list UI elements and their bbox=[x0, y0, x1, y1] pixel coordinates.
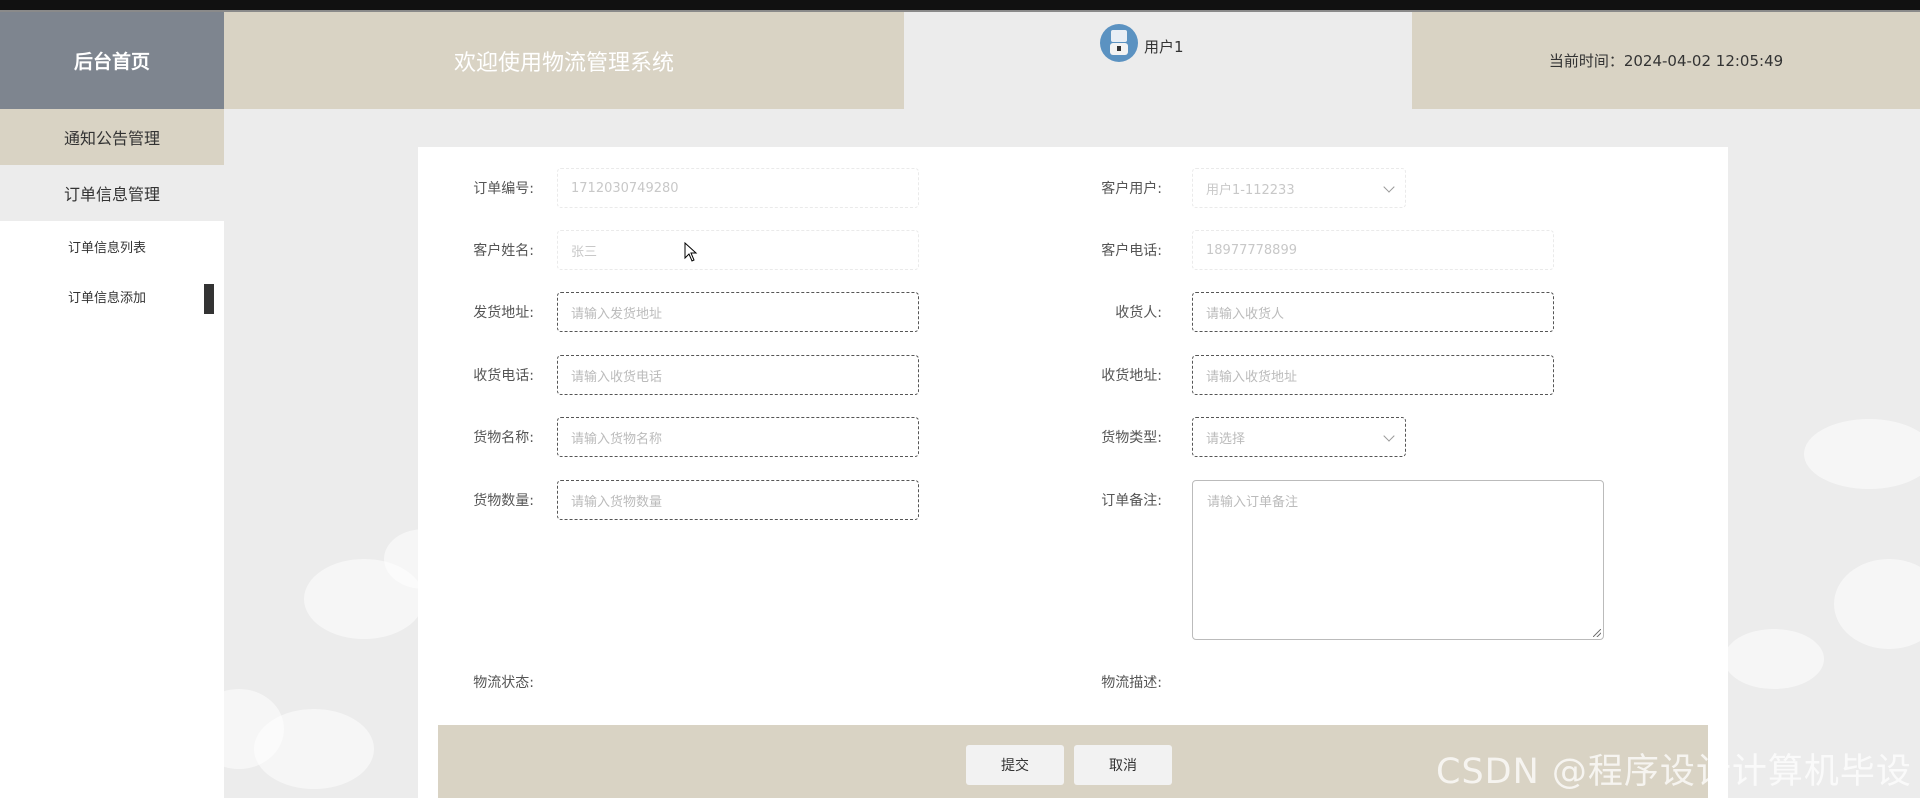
receiver-input[interactable]: 请输入收货人 bbox=[1192, 292, 1554, 332]
sidebar-item-label: 订单信息添加 bbox=[68, 290, 147, 306]
time-value: 2024-04-02 12:05:49 bbox=[1623, 51, 1784, 70]
user-panel: 用户1 bbox=[904, 12, 1412, 109]
goods-type-label: 货物类型: bbox=[1101, 430, 1162, 446]
background-bubble bbox=[1724, 629, 1824, 689]
watermark: CSDN @程序设计计算机毕设 bbox=[1436, 752, 1912, 792]
background-bubble bbox=[1804, 419, 1920, 489]
receiver-address-placeholder: 请输入收货地址 bbox=[1206, 369, 1298, 385]
sidebar-menu-label: 订单信息管理 bbox=[63, 185, 160, 204]
logistics-desc-label: 物流描述: bbox=[1101, 675, 1162, 691]
receiver-placeholder: 请输入收货人 bbox=[1206, 306, 1285, 322]
ship-address-label: 发货地址: bbox=[473, 305, 534, 321]
customer-phone-field: 18977778899 bbox=[1192, 230, 1554, 270]
order-no-value: 1712030749280 bbox=[571, 180, 679, 196]
logistics-status-label: 物流状态: bbox=[473, 675, 534, 691]
customer-phone-value: 18977778899 bbox=[1206, 242, 1297, 258]
receiver-address-label: 收货地址: bbox=[1101, 368, 1162, 384]
user-avatar-icon[interactable] bbox=[1100, 24, 1138, 62]
sidebar-item-order-add[interactable]: 订单信息添加 bbox=[0, 271, 224, 321]
user-name[interactable]: 用户1 bbox=[1144, 36, 1184, 57]
sidebar-item-order-list[interactable]: 订单信息列表 bbox=[0, 221, 224, 271]
order-no-field: 1712030749280 bbox=[557, 168, 919, 208]
customer-phone-label: 客户电话: bbox=[1101, 243, 1162, 259]
customer-user-label: 客户用户: bbox=[1101, 181, 1162, 197]
receiver-label: 收货人: bbox=[1115, 305, 1162, 321]
home-link[interactable]: 后台首页 bbox=[0, 12, 224, 109]
time-label: 当前时间： bbox=[1548, 52, 1624, 70]
chevron-down-icon bbox=[1383, 430, 1395, 442]
sidebar-menu-notice[interactable]: 通知公告管理 bbox=[0, 109, 224, 165]
sidebar-item-label: 订单信息列表 bbox=[68, 240, 147, 256]
background-bubble bbox=[1834, 559, 1920, 649]
goods-quantity-placeholder: 请输入货物数量 bbox=[571, 494, 663, 510]
order-note-label: 订单备注: bbox=[1101, 493, 1162, 509]
resize-handle-icon[interactable] bbox=[1593, 629, 1601, 637]
customer-name-field: 张三 bbox=[557, 230, 919, 270]
active-indicator bbox=[204, 284, 214, 314]
cancel-label: 取消 bbox=[1109, 758, 1137, 774]
receiver-phone-input[interactable]: 请输入收货电话 bbox=[557, 355, 919, 395]
sidebar-menu-label: 通知公告管理 bbox=[63, 129, 160, 148]
ship-address-placeholder: 请输入发货地址 bbox=[571, 306, 663, 322]
goods-name-placeholder: 请输入货物名称 bbox=[571, 431, 663, 447]
goods-quantity-label: 货物数量: bbox=[473, 493, 534, 509]
welcome-banner: 欢迎使用物流管理系统 bbox=[224, 12, 904, 109]
receiver-phone-placeholder: 请输入收货电话 bbox=[571, 369, 663, 385]
chevron-down-icon bbox=[1383, 181, 1395, 193]
customer-name-value: 张三 bbox=[571, 244, 598, 260]
home-label: 后台首页 bbox=[73, 51, 150, 73]
receiver-phone-label: 收货电话: bbox=[473, 368, 534, 384]
order-note-textarea[interactable]: 请输入订单备注 bbox=[1192, 480, 1604, 640]
receiver-address-input[interactable]: 请输入收货地址 bbox=[1192, 355, 1554, 395]
sidebar: 通知公告管理 订单信息管理 订单信息列表 订单信息添加 bbox=[0, 109, 224, 798]
welcome-text: 欢迎使用物流管理系统 bbox=[453, 50, 674, 76]
goods-type-select[interactable]: 请选择 bbox=[1192, 417, 1406, 457]
customer-name-label: 客户姓名: bbox=[473, 243, 534, 259]
order-no-label: 订单编号: bbox=[473, 181, 534, 197]
submit-button[interactable]: 提交 bbox=[966, 745, 1064, 785]
current-time: 当前时间： 2024-04-02 12:05:49 bbox=[1412, 12, 1920, 109]
sidebar-menu-order[interactable]: 订单信息管理 bbox=[0, 165, 224, 221]
submit-label: 提交 bbox=[1001, 758, 1029, 774]
goods-name-label: 货物名称: bbox=[473, 430, 534, 446]
goods-type-placeholder: 请选择 bbox=[1206, 431, 1246, 447]
order-form-card: 订单编号: 1712030749280 客户用户: 用户1-112233 客户姓… bbox=[418, 147, 1728, 798]
cancel-button[interactable]: 取消 bbox=[1074, 745, 1172, 785]
customer-user-value: 用户1-112233 bbox=[1206, 182, 1295, 198]
ship-address-input[interactable]: 请输入发货地址 bbox=[557, 292, 919, 332]
goods-name-input[interactable]: 请输入货物名称 bbox=[557, 417, 919, 457]
goods-quantity-input[interactable]: 请输入货物数量 bbox=[557, 480, 919, 520]
window-top-bar bbox=[0, 0, 1920, 12]
customer-user-select: 用户1-112233 bbox=[1192, 168, 1406, 208]
order-note-placeholder: 请输入订单备注 bbox=[1207, 495, 1299, 510]
mouse-cursor-icon bbox=[684, 242, 698, 262]
